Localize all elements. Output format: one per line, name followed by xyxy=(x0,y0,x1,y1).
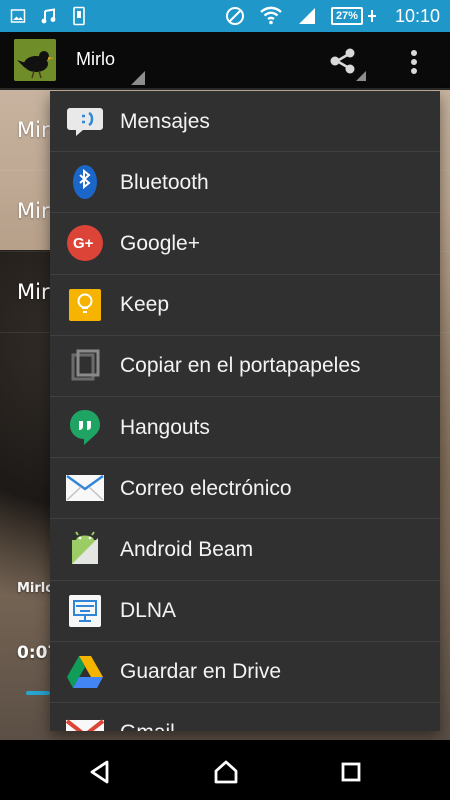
share-option-label: Google+ xyxy=(120,231,200,255)
battery-percent: 27% xyxy=(330,7,363,25)
keep-icon xyxy=(50,274,120,335)
share-option-label: Correo electrónico xyxy=(120,476,292,500)
do-not-disturb-icon xyxy=(225,6,245,26)
messages-icon xyxy=(50,91,120,152)
more-vert-icon[interactable] xyxy=(405,47,423,77)
drive-icon xyxy=(50,641,120,702)
status-left xyxy=(10,6,86,26)
android-beam-icon xyxy=(50,519,120,580)
share-option-label: Mensajes xyxy=(120,109,210,133)
share-option-gmail[interactable]: Gmail xyxy=(50,703,440,731)
image-icon xyxy=(10,8,26,24)
share-option-messages[interactable]: Mensajes xyxy=(50,91,440,153)
share-option-google-plus[interactable]: G+ Google+ xyxy=(50,213,440,275)
share-option-android-beam[interactable]: Android Beam xyxy=(50,519,440,581)
clock: 10:10 xyxy=(394,5,440,26)
status-right: 27% 10:10 xyxy=(225,6,440,27)
status-bar: 27% 10:10 xyxy=(0,0,450,32)
app-title[interactable]: Mirlo xyxy=(76,49,115,70)
signal-icon xyxy=(297,6,317,26)
copy-icon xyxy=(50,335,120,396)
google-plus-icon: G+ xyxy=(50,213,120,274)
title-dropdown-icon[interactable] xyxy=(131,71,145,85)
share-option-dlna[interactable]: DLNA xyxy=(50,581,440,642)
share-option-label: Keep xyxy=(120,293,170,317)
share-option-hangouts[interactable]: Hangouts xyxy=(50,397,440,459)
player-title: Mirlo xyxy=(17,581,55,596)
back-icon[interactable] xyxy=(86,758,114,786)
share-option-label: Guardar en Drive xyxy=(120,660,282,684)
dlna-icon xyxy=(50,580,120,641)
share-option-label: Bluetooth xyxy=(120,170,209,194)
home-icon[interactable] xyxy=(212,758,240,786)
navigation-bar xyxy=(0,740,450,800)
svg-text:G+: G+ xyxy=(73,235,94,252)
wifi-icon xyxy=(259,6,283,26)
share-option-email[interactable]: Correo electrónico xyxy=(50,458,440,520)
share-dropdown-icon[interactable] xyxy=(356,71,366,81)
recent-apps-icon[interactable] xyxy=(337,758,365,786)
share-option-bluetooth[interactable]: Bluetooth xyxy=(50,152,440,214)
share-option-label: Gmail xyxy=(120,722,175,731)
email-icon xyxy=(50,458,120,519)
hangouts-icon xyxy=(50,397,120,458)
battery-icon: 27% xyxy=(330,7,377,25)
android-share-screen: Mirl Mirl Mirl Mirlo 0:07 27% 10:10 Mirl… xyxy=(0,0,450,800)
share-option-label: Copiar en el portapapeles xyxy=(120,354,361,378)
gmail-icon xyxy=(50,702,120,731)
blackbird-thumbnail[interactable] xyxy=(14,39,56,81)
share-option-label: DLNA xyxy=(120,599,177,623)
playback-progress[interactable] xyxy=(26,691,50,695)
bluetooth-icon xyxy=(50,152,120,213)
share-option-label: Android Beam xyxy=(120,537,254,561)
share-option-drive[interactable]: Guardar en Drive xyxy=(50,642,440,703)
device-icon xyxy=(72,6,86,26)
share-icon[interactable] xyxy=(328,46,358,76)
share-option-copy[interactable]: Copiar en el portapapeles xyxy=(50,336,440,397)
share-menu: Mensajes Bluetooth G+ Google+ Keep Copia… xyxy=(50,91,440,731)
share-option-keep[interactable]: Keep xyxy=(50,275,440,336)
app-bar: Mirlo xyxy=(0,32,450,90)
share-option-label: Hangouts xyxy=(120,415,210,439)
music-note-icon xyxy=(40,7,58,25)
charging-plus-icon xyxy=(367,10,376,22)
